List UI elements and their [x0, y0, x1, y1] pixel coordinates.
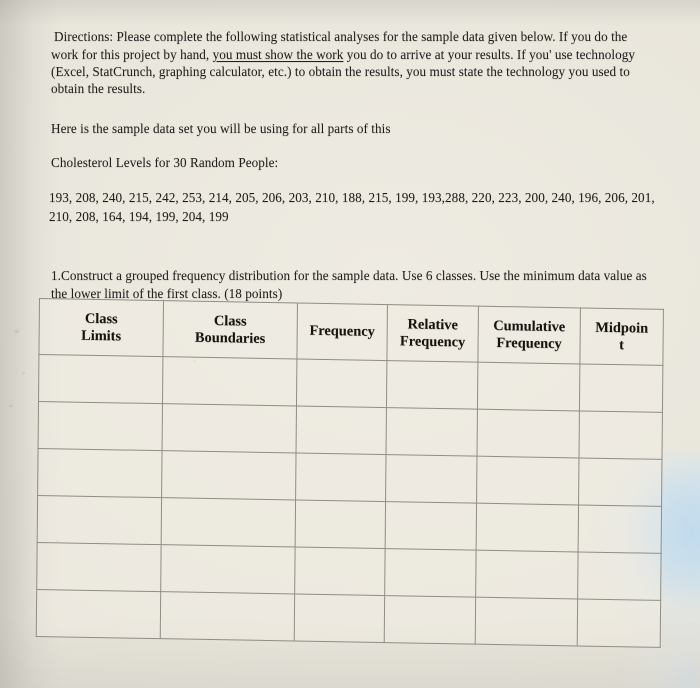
question-1: 1.Construct a grouped frequency distribu…: [51, 267, 659, 302]
header-line-2: Limits: [81, 327, 122, 344]
table-cell-r6-c6[interactable]: [577, 598, 661, 648]
table-cell-r1-c4[interactable]: [386, 360, 478, 410]
table-cell-r5-c2[interactable]: [160, 544, 296, 594]
directions-paragraph: Directions: Please complete the followin…: [51, 28, 651, 98]
sample-data-intro-line: Here is the sample data set you will be …: [51, 121, 391, 137]
table-cell-r3-c4[interactable]: [385, 454, 478, 504]
header-line-1: Class: [213, 312, 247, 330]
header-line-1: Relative: [407, 315, 459, 333]
column-header-class-boundaries: Class Boundaries: [162, 300, 298, 360]
dataset-values: 193, 208, 240, 215, 242, 253, 214, 205, …: [49, 190, 655, 224]
table-cell-r3-c1[interactable]: [37, 448, 163, 498]
table-cell-r1-c3[interactable]: [296, 359, 387, 408]
table-cell-r4-c1[interactable]: [37, 495, 162, 545]
column-header-relative-frequency: Relative Frequency: [386, 304, 479, 363]
header-line-1: Class: [84, 310, 118, 327]
column-header-frequency: Frequency: [296, 303, 388, 361]
column-header-cumulative-frequency: Cumulative Frequency: [477, 306, 581, 364]
dataset-title: Cholesterol Levels for 30 Random People:: [51, 155, 279, 171]
column-header-class-limits: Class Limits: [38, 298, 164, 357]
table-cell-r4-c3[interactable]: [295, 500, 386, 549]
table-body: [36, 354, 663, 648]
table-cell-r1-c2[interactable]: [162, 356, 297, 407]
table-cell-r4-c5[interactable]: [476, 503, 579, 552]
question-1-number: 1.: [51, 268, 61, 284]
table-cell-r6-c2[interactable]: [160, 591, 295, 641]
table-cell-r3-c6[interactable]: [578, 457, 662, 507]
table-cell-r4-c4[interactable]: [385, 501, 477, 551]
question-1-text: Construct a grouped frequency distributi…: [51, 268, 647, 301]
table-cell-r5-c4[interactable]: [384, 548, 477, 598]
table-cell-r6-c3[interactable]: [294, 593, 385, 643]
table-cell-r2-c3[interactable]: [296, 406, 387, 455]
table-cell-r5-c3[interactable]: [294, 547, 386, 596]
worksheet-content: Directions: Please complete the followin…: [0, 0, 700, 688]
header-line-1: Midpoin: [595, 319, 649, 337]
table-cell-r2-c6[interactable]: [578, 410, 663, 460]
header-line-1: Cumulative: [493, 317, 566, 335]
table-cell-r1-c5[interactable]: [477, 362, 580, 411]
frequency-distribution-table-wrapper: Class Limits Class Boundaries Frequency Re…: [35, 298, 664, 648]
table-cell-r3-c5[interactable]: [476, 456, 579, 505]
table-cell-r4-c6[interactable]: [578, 504, 662, 554]
header-line-2: Frequency: [399, 332, 466, 350]
header-line-2: Frequency: [496, 334, 562, 352]
table-cell-r4-c2[interactable]: [161, 497, 296, 548]
table-cell-r3-c2[interactable]: [161, 450, 297, 501]
header-line-2: Boundaries: [194, 329, 266, 347]
column-header-midpoint: Midpoin t: [579, 307, 664, 366]
header-line-2: t: [619, 336, 625, 353]
table-cell-r5-c5[interactable]: [475, 550, 579, 599]
table-cell-r6-c1[interactable]: [36, 589, 161, 639]
table-row: [36, 589, 661, 648]
table-cell-r1-c6[interactable]: [579, 363, 663, 413]
table-cell-r6-c5[interactable]: [475, 597, 578, 646]
table-cell-r3-c3[interactable]: [295, 453, 387, 502]
table-cell-r2-c5[interactable]: [477, 409, 580, 458]
table-cell-r1-c1[interactable]: [38, 354, 163, 404]
table-cell-r2-c4[interactable]: [386, 407, 478, 457]
header-line-1: Frequency: [309, 322, 375, 340]
table-cell-r2-c2[interactable]: [162, 403, 297, 454]
frequency-distribution-table: Class Limits Class Boundaries Frequency Re…: [35, 298, 664, 648]
table-cell-r5-c6[interactable]: [577, 551, 662, 601]
table-cell-r5-c1[interactable]: [36, 542, 162, 592]
table-cell-r6-c4[interactable]: [384, 595, 476, 645]
table-cell-r2-c1[interactable]: [38, 401, 163, 451]
directions-underlined-text: you must show the work: [212, 46, 344, 62]
